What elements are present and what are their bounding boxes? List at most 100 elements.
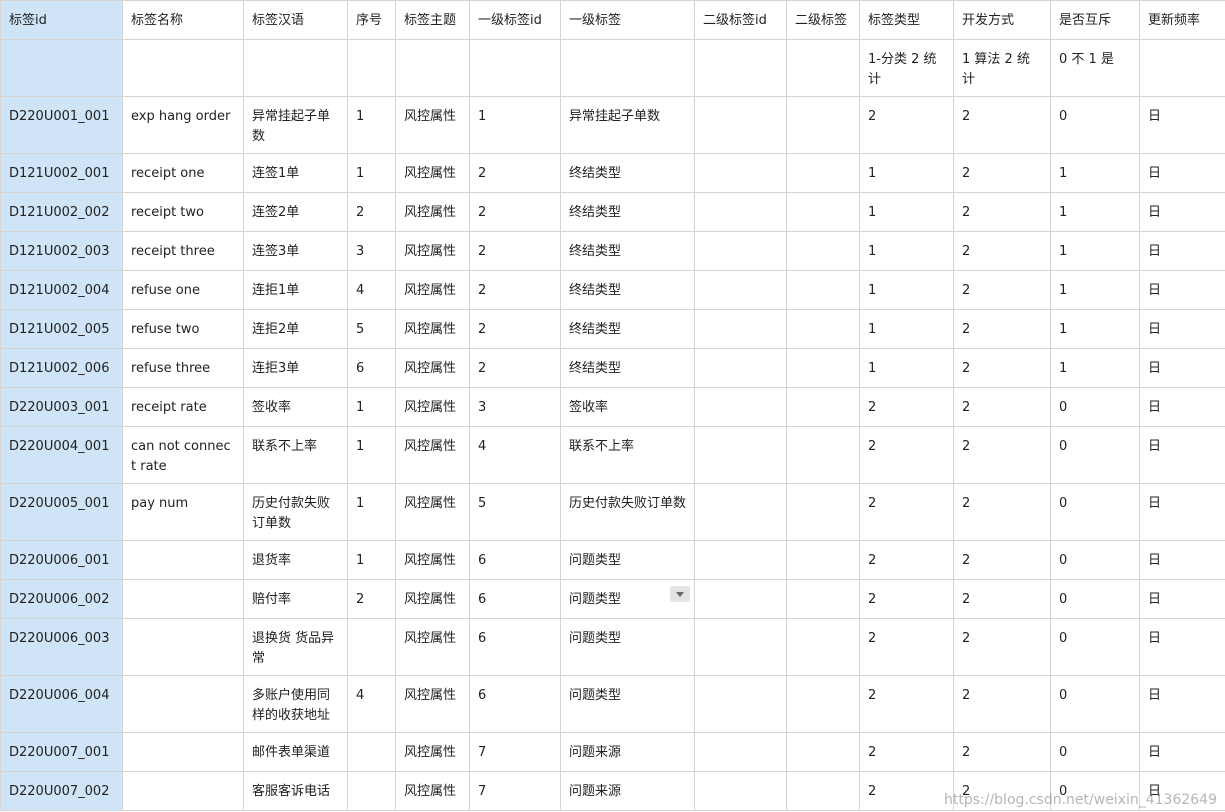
- cell-tag-cn[interactable]: 客服客诉电话: [243, 771, 348, 811]
- cell-l2-tag[interactable]: [786, 618, 860, 676]
- cell-tag-name[interactable]: [122, 540, 244, 580]
- cell-l2-tag[interactable]: [786, 483, 860, 541]
- cell-mutex[interactable]: 0: [1050, 387, 1140, 427]
- cell-tag-name[interactable]: receipt rate: [122, 387, 244, 427]
- cell-tag-type[interactable]: 1: [859, 309, 954, 349]
- cell-tag-id[interactable]: D220U007_002: [0, 771, 123, 811]
- cell-l2-tag[interactable]: 二级标签: [786, 0, 860, 40]
- cell-l1-id[interactable]: 一级标签id: [469, 0, 561, 40]
- cell-tag-type[interactable]: 2: [859, 426, 954, 484]
- cell-tag-id[interactable]: D220U007_001: [0, 732, 123, 772]
- cell-l1-tag[interactable]: 问题类型: [560, 618, 695, 676]
- cell-tag-topic[interactable]: 风控属性: [395, 732, 470, 772]
- cell-l1-tag[interactable]: 终结类型: [560, 309, 695, 349]
- cell-dev-method[interactable]: 1 算法 2 统计: [953, 39, 1051, 97]
- cell-l2-tag[interactable]: [786, 153, 860, 193]
- cell-tag-name[interactable]: can not connect rate: [122, 426, 244, 484]
- cell-update-freq[interactable]: 日: [1139, 309, 1225, 349]
- cell-tag-topic[interactable]: 风控属性: [395, 348, 470, 388]
- cell-tag-type[interactable]: 1: [859, 192, 954, 232]
- cell-tag-cn[interactable]: 退换货 货品异常: [243, 618, 348, 676]
- cell-l2-tag[interactable]: [786, 540, 860, 580]
- cell-tag-id[interactable]: D220U006_001: [0, 540, 123, 580]
- cell-l2-id[interactable]: [694, 270, 787, 310]
- cell-l2-id[interactable]: [694, 309, 787, 349]
- cell-seq[interactable]: 3: [347, 231, 396, 271]
- cell-tag-type[interactable]: 2: [859, 675, 954, 733]
- cell-tag-type[interactable]: 2: [859, 732, 954, 772]
- cell-dev-method[interactable]: 2: [953, 153, 1051, 193]
- cell-l1-tag[interactable]: 终结类型: [560, 153, 695, 193]
- cell-l1-id[interactable]: [469, 39, 561, 97]
- cell-l2-tag[interactable]: [786, 675, 860, 733]
- cell-tag-name[interactable]: exp hang order: [122, 96, 244, 154]
- cell-dev-method[interactable]: 2: [953, 618, 1051, 676]
- cell-tag-id[interactable]: D121U002_001: [0, 153, 123, 193]
- cell-mutex[interactable]: 0: [1050, 675, 1140, 733]
- cell-dev-method[interactable]: 2: [953, 192, 1051, 232]
- cell-update-freq[interactable]: 日: [1139, 771, 1225, 811]
- cell-l1-tag[interactable]: 历史付款失败订单数: [560, 483, 695, 541]
- cell-tag-cn[interactable]: 连签3单: [243, 231, 348, 271]
- cell-tag-name[interactable]: [122, 618, 244, 676]
- cell-mutex[interactable]: 0: [1050, 618, 1140, 676]
- cell-mutex[interactable]: 1: [1050, 270, 1140, 310]
- cell-tag-type[interactable]: 2: [859, 579, 954, 619]
- cell-l2-tag[interactable]: [786, 732, 860, 772]
- cell-update-freq[interactable]: [1139, 39, 1225, 97]
- cell-l1-id[interactable]: 3: [469, 387, 561, 427]
- cell-tag-id[interactable]: D121U002_002: [0, 192, 123, 232]
- cell-tag-topic[interactable]: 风控属性: [395, 675, 470, 733]
- cell-tag-type[interactable]: 1: [859, 348, 954, 388]
- cell-l1-id[interactable]: 2: [469, 348, 561, 388]
- cell-l1-tag[interactable]: 签收率: [560, 387, 695, 427]
- cell-tag-cn[interactable]: 赔付率: [243, 579, 348, 619]
- cell-tag-id[interactable]: [0, 39, 123, 97]
- cell-mutex[interactable]: 0: [1050, 426, 1140, 484]
- cell-tag-topic[interactable]: 风控属性: [395, 426, 470, 484]
- cell-l2-id[interactable]: [694, 348, 787, 388]
- cell-tag-topic[interactable]: 风控属性: [395, 153, 470, 193]
- cell-l1-tag[interactable]: 联系不上率: [560, 426, 695, 484]
- cell-l2-tag[interactable]: [786, 192, 860, 232]
- cell-l1-id[interactable]: 6: [469, 675, 561, 733]
- cell-dev-method[interactable]: 2: [953, 96, 1051, 154]
- cell-seq[interactable]: [347, 732, 396, 772]
- cell-dev-method[interactable]: 2: [953, 309, 1051, 349]
- cell-l1-id[interactable]: 2: [469, 309, 561, 349]
- cell-tag-id[interactable]: D121U002_006: [0, 348, 123, 388]
- cell-tag-type[interactable]: 2: [859, 483, 954, 541]
- cell-tag-name[interactable]: [122, 732, 244, 772]
- cell-mutex[interactable]: 0 不 1 是: [1050, 39, 1140, 97]
- cell-dev-method[interactable]: 2: [953, 231, 1051, 271]
- cell-l2-id[interactable]: [694, 387, 787, 427]
- cell-l1-id[interactable]: 4: [469, 426, 561, 484]
- cell-l2-id[interactable]: [694, 192, 787, 232]
- cell-l1-id[interactable]: 2: [469, 192, 561, 232]
- cell-tag-id[interactable]: D220U003_001: [0, 387, 123, 427]
- cell-tag-cn[interactable]: 多账户使用同样的收获地址: [243, 675, 348, 733]
- cell-tag-cn[interactable]: 连签1单: [243, 153, 348, 193]
- cell-update-freq[interactable]: 日: [1139, 540, 1225, 580]
- cell-mutex[interactable]: 0: [1050, 483, 1140, 541]
- cell-seq[interactable]: 1: [347, 387, 396, 427]
- cell-tag-type[interactable]: 2: [859, 771, 954, 811]
- cell-l2-tag[interactable]: [786, 426, 860, 484]
- cell-mutex[interactable]: 1: [1050, 153, 1140, 193]
- cell-dev-method[interactable]: 2: [953, 732, 1051, 772]
- cell-dev-method[interactable]: 2: [953, 348, 1051, 388]
- cell-seq[interactable]: [347, 618, 396, 676]
- cell-tag-cn[interactable]: [243, 39, 348, 97]
- cell-mutex[interactable]: 1: [1050, 309, 1140, 349]
- cell-l1-tag[interactable]: [560, 39, 695, 97]
- cell-mutex[interactable]: 0: [1050, 732, 1140, 772]
- cell-seq[interactable]: 6: [347, 348, 396, 388]
- cell-l2-id[interactable]: [694, 771, 787, 811]
- cell-tag-id[interactable]: D220U004_001: [0, 426, 123, 484]
- cell-l2-id[interactable]: [694, 579, 787, 619]
- cell-update-freq[interactable]: 日: [1139, 618, 1225, 676]
- cell-dev-method[interactable]: 2: [953, 426, 1051, 484]
- cell-tag-type[interactable]: 1: [859, 270, 954, 310]
- cell-dev-method[interactable]: 2: [953, 675, 1051, 733]
- cell-seq[interactable]: 1: [347, 426, 396, 484]
